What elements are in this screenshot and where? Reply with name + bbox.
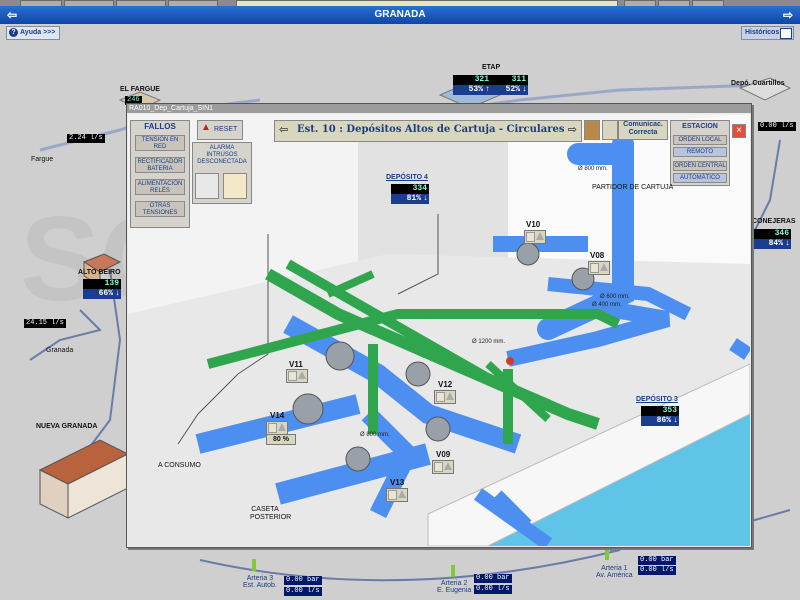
valve-v11-label: V11 — [289, 360, 303, 369]
etap-label: ETAP — [482, 64, 501, 71]
el-fargue-flow: 2.24 l/s — [67, 134, 105, 143]
valve-v12-button[interactable] — [434, 390, 456, 404]
chart-icon — [780, 28, 793, 39]
valve-v14-button[interactable] — [266, 421, 288, 435]
nueva-granada-tank — [38, 439, 130, 519]
prev-station-arrow-icon[interactable]: ⇦ — [279, 123, 288, 136]
valve-v13-button[interactable] — [386, 488, 408, 502]
depo-cuartillos-flow: 0.00 l/s — [758, 122, 796, 131]
fargue-place-label: Fargue — [31, 156, 54, 163]
arteria3-flow: 0.00 l/s — [284, 587, 322, 596]
etap-level-2: 311 52% — [490, 75, 528, 95]
deposito4-level: 334 81% — [391, 184, 429, 204]
arteria2-pressure: 0.00 bar — [474, 574, 512, 583]
arteria1-flow: 0.00 l/s — [638, 566, 676, 575]
el-fargue-label: EL FARGUE — [120, 86, 160, 93]
etap-level-1: 321 53% — [453, 75, 491, 95]
pipe-diameter-label: Ø 400 mm. — [592, 302, 622, 308]
mode-remoto[interactable]: REMOTO — [673, 147, 727, 157]
valve-v10-button[interactable] — [524, 230, 546, 244]
alto-beiro-level: 139 66% — [83, 279, 121, 299]
valve-v09-label: V09 — [436, 450, 451, 459]
close-icon[interactable]: × — [732, 124, 746, 138]
antenna-icon[interactable] — [602, 120, 618, 140]
screen-title: GRANADA — [374, 9, 426, 20]
next-station-arrow-icon[interactable]: ⇨ — [568, 123, 577, 136]
valve-v11-button[interactable] — [286, 369, 308, 383]
valve-v08-label: V08 — [590, 251, 605, 260]
station-mode-panel: ESTACION ORDEN LOCAL REMOTO ORDEN CENTRA… — [670, 120, 730, 186]
alarm-panel: ALARMA INTRUSOS DESCONECTADA — [192, 142, 252, 204]
valve-v08-button[interactable] — [588, 261, 610, 275]
pipe-diameter-label: Ø 800 mm. — [578, 166, 608, 172]
valve-v09-button[interactable] — [432, 460, 454, 474]
help-icon: ? — [9, 28, 18, 37]
arteria2-flow: 0.00 l/s — [474, 585, 512, 594]
deposito3-level: 353 86% — [641, 406, 679, 426]
mode-orden-local[interactable]: ORDEN LOCAL — [673, 135, 727, 145]
caseta-label: CASETA POSTERIOR — [250, 506, 292, 521]
arteria2-label: Arteria 2 E. Eugenia — [437, 580, 472, 594]
granada-place-label: Granada — [46, 347, 74, 354]
conejeras-level: 346 84% — [753, 229, 791, 249]
depo-cuartillos-label: Depó. Cuartillos — [731, 80, 785, 87]
help-button[interactable]: ? Ayuda >>> — [6, 26, 61, 40]
faults-panel: FALLOS TENSIÓN EN RED RECTIFICADOR BATER… — [130, 120, 190, 228]
station-header-label: ESTACION — [682, 123, 718, 130]
popup-title-bar[interactable]: RA010_Dep_Cartuja_SIN1 — [127, 104, 751, 113]
station-title: Est. 10 : Depósitos Altos de Cartuja - C… — [297, 124, 565, 135]
arteria1-label: Arteria 1 Av. América — [596, 565, 633, 579]
deposito3-label: DEPÓSITO 3 — [636, 396, 678, 403]
nueva-granada-label: NUEVA GRANADA — [36, 423, 98, 430]
conejeras-label: CONEJERAS — [752, 218, 796, 225]
arteria1-pressure: 0.00 bar — [638, 556, 676, 565]
valve-v14-label: V14 — [270, 411, 285, 420]
fault-alimentacion[interactable]: ALIMENTACIÓN RELÉS — [135, 179, 185, 195]
partidor-label: PARTIDOR DE CARTUJA — [592, 184, 674, 191]
arteria3-label: Arteria 3 Est. Autob. — [243, 575, 277, 589]
fault-tension-red[interactable]: TENSIÓN EN RED — [135, 135, 185, 151]
alto-beiro-label: ALTO BEIRO — [78, 269, 121, 276]
history-button[interactable]: Históricos — [741, 26, 795, 40]
mode-automatico[interactable]: AUTOMÁTICO — [673, 173, 727, 183]
next-screen-arrow-icon[interactable]: ⇨ — [780, 6, 796, 24]
bell-icon: ▲ — [201, 122, 211, 133]
valve-v13-label: V13 — [390, 478, 405, 487]
valve-v14-percent: 80 % — [266, 434, 296, 445]
guard-icon[interactable] — [223, 173, 247, 199]
station-scene: ⇦ Est. 10 : Depósitos Altos de Cartuja -… — [128, 114, 750, 546]
faults-header: FALLOS — [144, 122, 176, 131]
comm-status: Comunicac. Correcta — [618, 120, 668, 140]
pipe-diameter-label: Ø 600 mm. — [600, 294, 630, 300]
fault-rectificador[interactable]: RECTIFICADOR BATERIA — [135, 157, 185, 173]
arteria3-pressure: 0.00 bar — [284, 576, 322, 585]
station-popup-window: RA010_Dep_Cartuja_SIN1 ⇦ Est. 10: Depós… — [126, 103, 752, 548]
a-consumo-label: A CONSUMO — [158, 462, 201, 469]
valve-v12-label: V12 — [438, 380, 453, 389]
door-icon[interactable] — [195, 173, 219, 199]
prev-screen-arrow-icon[interactable]: ⇦ — [4, 6, 20, 24]
fault-otras[interactable]: OTRAS TENSIONES — [135, 201, 185, 217]
mode-orden-central[interactable]: ORDEN CENTRAL — [673, 161, 727, 171]
screen-title-bar: ⇦ GRANADA ⇨ — [0, 6, 800, 24]
pipe-diameter-label: Ø 1200 mm. — [472, 339, 506, 345]
station-header: ⇦ Est. 10 : Depósitos Altos de Cartuja -… — [274, 120, 582, 142]
valve-v10-label: V10 — [526, 220, 541, 229]
deposito4-label: DEPÓSITO 4 — [386, 174, 428, 181]
pipe-diameter-label: Ø 800 mm. — [360, 432, 390, 438]
alarm-status: ALARMA INTRUSOS DESCONECTADA — [197, 145, 247, 165]
alto-beiro-flow: 24.15 l/s — [24, 319, 66, 328]
reset-button[interactable]: ▲ RESET — [197, 120, 243, 140]
cabinet-icon[interactable] — [584, 120, 600, 140]
